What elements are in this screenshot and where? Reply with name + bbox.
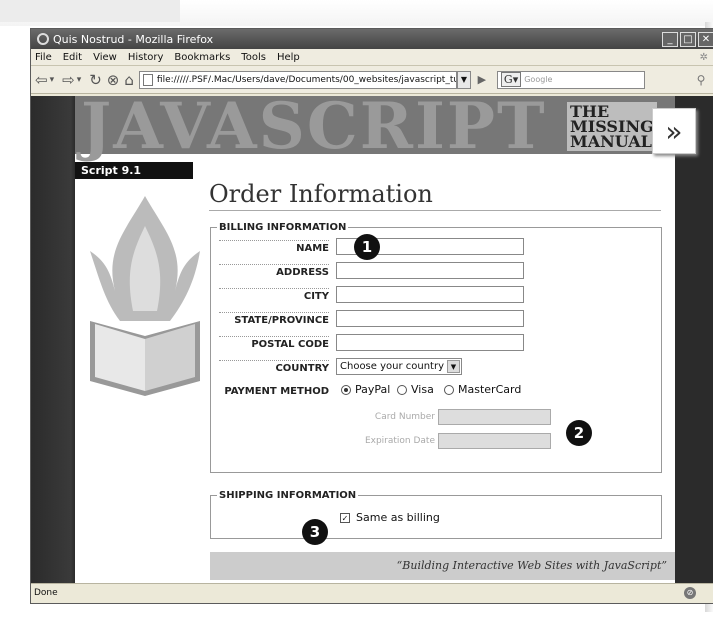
google-engine-icon[interactable]: G▾ <box>500 72 522 87</box>
visa-radio[interactable]: Visa <box>397 383 434 396</box>
flaming-book-icon <box>90 196 200 396</box>
state-label: STATE/PROVINCE <box>219 312 329 326</box>
name-row: NAME <box>219 233 649 255</box>
callout-badge-2: 2 <box>566 420 592 446</box>
page-icon <box>142 73 153 86</box>
country-label: COUNTRY <box>219 360 329 374</box>
payment-row: PAYMENT METHOD PayPal Visa MasterCard <box>219 377 649 399</box>
missing-manual-logo: THE MISSING MANUAL <box>567 102 657 151</box>
page-title: Order Information <box>209 180 661 211</box>
postal-code-label: POSTAL CODE <box>219 336 329 350</box>
forward-dropdown-icon[interactable]: ▾ <box>77 75 82 85</box>
menu-bookmarks[interactable]: Bookmarks <box>174 52 230 63</box>
address-row: ADDRESS <box>219 257 649 279</box>
url-bar[interactable]: file://///.PSF/.Mac/Users/dave/Documents… <box>138 70 457 89</box>
title-bar: Quis Nostrud - Mozilla Firefox _ □ ✕ <box>31 29 713 49</box>
logo-line-3: MANUAL <box>570 132 652 151</box>
chevron-down-icon[interactable]: ▼ <box>447 360 460 373</box>
back-button[interactable]: ⇦ <box>35 71 48 89</box>
visa-label: Visa <box>411 383 434 396</box>
card-number-label: Card Number <box>374 412 435 422</box>
firefox-icon <box>37 33 49 45</box>
state-input[interactable] <box>336 310 524 327</box>
next-arrow-button[interactable]: » <box>652 108 696 154</box>
expiration-label: Expiration Date <box>364 436 435 446</box>
navigation-toolbar: ⇦ ▾ ⇨ ▾ ↻ ⊗ ⌂ file://///.PSF/.Mac/Users/… <box>31 66 713 94</box>
same-as-billing-label: Same as billing <box>356 511 440 524</box>
stop-button[interactable]: ⊗ <box>107 71 120 89</box>
menu-help[interactable]: Help <box>277 52 300 63</box>
name-label: NAME <box>219 240 329 254</box>
address-label: ADDRESS <box>219 264 329 278</box>
go-button[interactable]: ▶ <box>473 71 491 89</box>
mastercard-label: MasterCard <box>458 383 522 396</box>
window-title: Quis Nostrud - Mozilla Firefox <box>53 32 214 46</box>
menu-history[interactable]: History <box>128 52 164 63</box>
page-footer: “Building Interactive Web Sites with Jav… <box>210 552 675 580</box>
backdrop-corner <box>0 0 180 22</box>
postal-code-row: POSTAL CODE <box>219 329 649 351</box>
payment-label: PAYMENT METHOD <box>224 386 329 397</box>
search-box[interactable]: G▾ Google <box>496 70 645 89</box>
mastercard-radio-dot[interactable] <box>444 384 454 395</box>
address-input[interactable] <box>336 262 524 279</box>
url-text: file://///.PSF/.Mac/Users/dave/Documents… <box>156 74 456 85</box>
paypal-radio[interactable]: PayPal <box>341 383 390 396</box>
page-viewport: JAVASCRIPT THE MISSING MANUAL Script 9.1… <box>31 96 713 583</box>
search-placeholder: Google <box>524 75 553 84</box>
minimize-button[interactable]: _ <box>662 31 678 47</box>
menu-file[interactable]: File <box>35 52 52 63</box>
shipping-fieldset: SHIPPING INFORMATION ✓ Same as billing <box>210 490 662 539</box>
city-input[interactable] <box>336 286 524 303</box>
forward-button[interactable]: ⇨ <box>62 71 75 89</box>
url-dropdown-button[interactable]: ▼ <box>456 70 471 89</box>
search-icon[interactable]: ⚲ <box>692 71 710 89</box>
banner-title: JAVASCRIPT <box>81 96 547 164</box>
menu-tools[interactable]: Tools <box>241 52 266 63</box>
menu-bar: File Edit View History Bookmarks Tools H… <box>31 49 713 66</box>
status-bar: Done ⊘ <box>31 583 713 603</box>
visa-radio-dot[interactable] <box>397 384 407 395</box>
script-label: Script 9.1 <box>75 162 193 179</box>
web-page: JAVASCRIPT THE MISSING MANUAL Script 9.1… <box>75 96 675 583</box>
mastercard-radio[interactable]: MasterCard <box>444 383 521 396</box>
state-row: STATE/PROVINCE <box>219 305 649 327</box>
billing-legend: BILLING INFORMATION <box>219 222 347 233</box>
postal-code-input[interactable] <box>336 334 524 351</box>
close-button[interactable]: ✕ <box>698 31 713 47</box>
menu-edit[interactable]: Edit <box>63 52 82 63</box>
card-number-input[interactable] <box>438 409 551 425</box>
status-text: Done <box>34 588 58 598</box>
same-as-billing-checkbox[interactable]: ✓ Same as billing <box>340 511 440 524</box>
shipping-legend: SHIPPING INFORMATION <box>219 490 357 501</box>
browser-window: Quis Nostrud - Mozilla Firefox _ □ ✕ Fil… <box>30 28 713 604</box>
checkbox-check-icon[interactable]: ✓ <box>340 512 350 523</box>
card-number-row: Card Number <box>361 409 551 427</box>
paypal-label: PayPal <box>355 383 391 396</box>
country-select[interactable]: Choose your country ▼ <box>336 358 462 375</box>
callout-badge-1: 1 <box>354 234 380 260</box>
city-label: CITY <box>219 288 329 302</box>
home-button[interactable]: ⌂ <box>124 71 134 89</box>
menu-view[interactable]: View <box>93 52 117 63</box>
back-dropdown-icon[interactable]: ▾ <box>50 75 55 85</box>
paypal-radio-dot[interactable] <box>341 384 351 395</box>
billing-fieldset: BILLING INFORMATION NAME ADDRESS CITY ST… <box>210 222 662 473</box>
throbber-icon: ✲ <box>699 51 708 63</box>
country-row: COUNTRY Choose your country ▼ <box>219 353 649 375</box>
security-icon: ⊘ <box>684 587 696 599</box>
expiration-input[interactable] <box>438 433 551 449</box>
reload-button[interactable]: ↻ <box>89 71 102 89</box>
callout-badge-3: 3 <box>302 519 328 545</box>
site-banner: JAVASCRIPT THE MISSING MANUAL <box>75 96 675 159</box>
country-select-value: Choose your country <box>340 361 445 372</box>
city-row: CITY <box>219 281 649 303</box>
expiration-row: Expiration Date <box>361 433 551 451</box>
maximize-button[interactable]: □ <box>680 31 696 47</box>
